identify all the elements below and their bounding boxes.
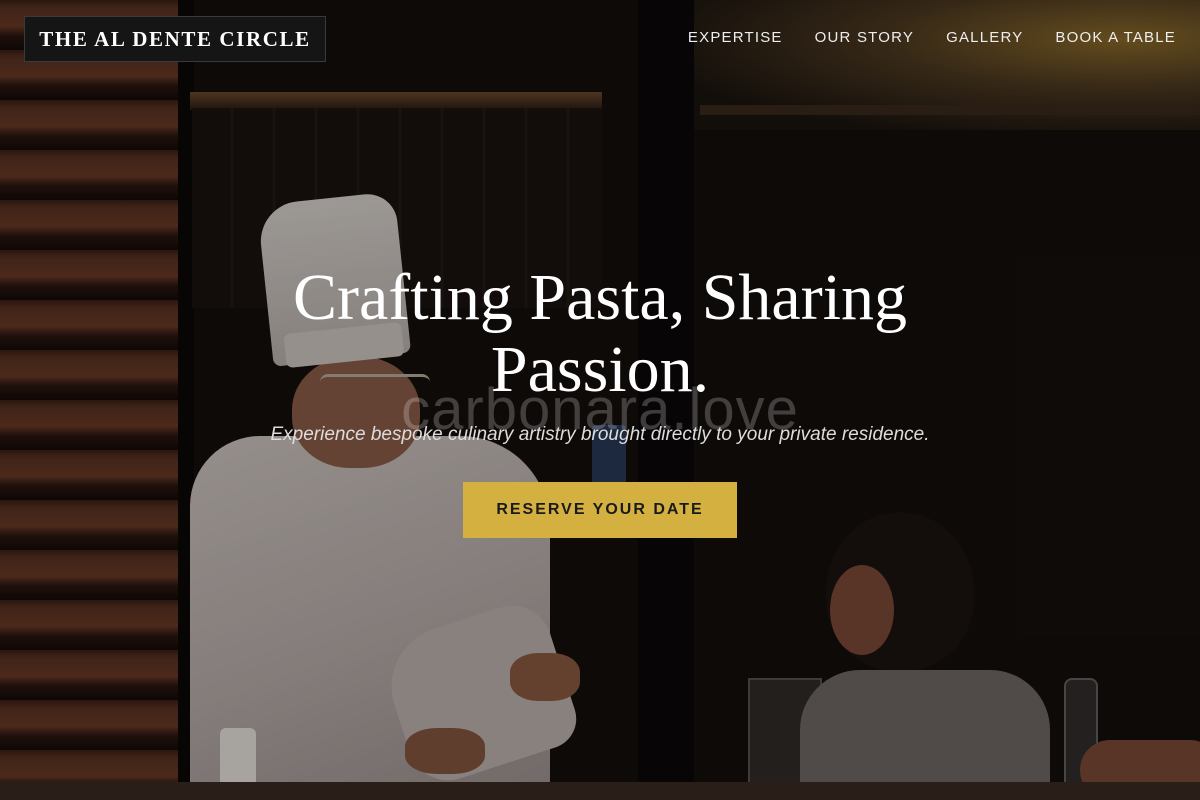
reserve-your-date-button[interactable]: RESERVE YOUR DATE — [463, 482, 737, 538]
main-nav: EXPERTISE OUR STORY GALLERY BOOK A TABLE — [688, 29, 1176, 46]
nav-link-book-a-table[interactable]: BOOK A TABLE — [1055, 29, 1176, 46]
hero-content: Crafting Pasta, Sharing Passion. — [0, 262, 1200, 406]
hero-title-line-1: Crafting Pasta, Sharing — [292, 261, 908, 334]
nav-link-expertise[interactable]: EXPERTISE — [688, 29, 783, 46]
hero-title: Crafting Pasta, Sharing Passion. — [240, 262, 960, 406]
hero-title-line-2: Passion. — [490, 333, 710, 406]
nav-link-our-story[interactable]: OUR STORY — [815, 29, 914, 46]
hero-subtitle: Experience bespoke culinary artistry bro… — [270, 424, 930, 445]
nav-link-gallery[interactable]: GALLERY — [946, 29, 1023, 46]
brand-logo[interactable]: THE AL DENTE CIRCLE — [24, 16, 326, 62]
